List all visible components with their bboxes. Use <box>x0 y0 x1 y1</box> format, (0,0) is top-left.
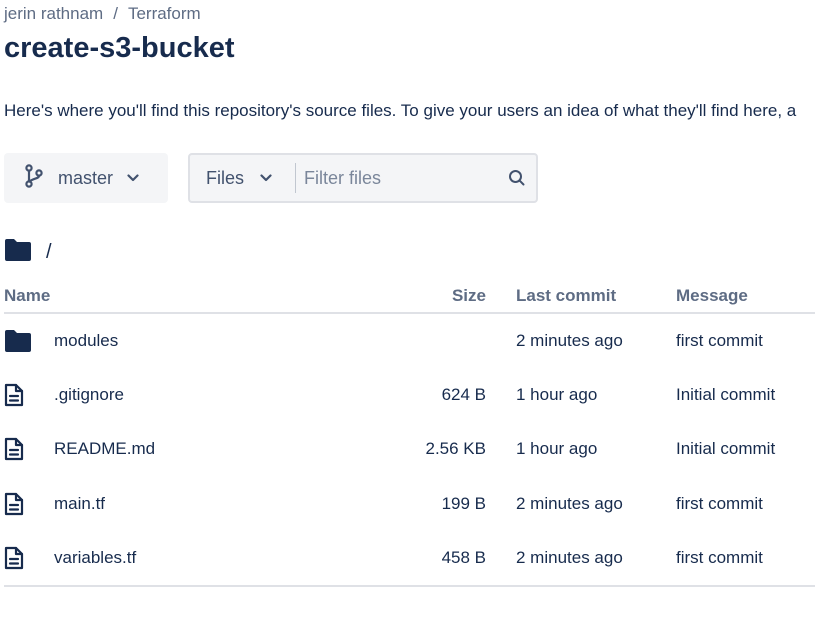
commit-message[interactable]: Initial commit <box>676 422 815 477</box>
files-select-label: Files <box>206 167 245 188</box>
filter-files-input[interactable] <box>304 163 504 193</box>
breadcrumb-owner-link[interactable]: jerin rathnam <box>4 4 103 23</box>
file-icon <box>4 437 54 461</box>
files-type-select[interactable]: Files <box>190 163 296 193</box>
search-icon[interactable] <box>508 169 526 192</box>
header-name[interactable]: Name <box>4 280 416 314</box>
file-size: 624 B <box>441 384 486 404</box>
file-size <box>416 313 516 368</box>
branch-selector-button[interactable]: master <box>4 153 168 203</box>
header-size[interactable]: Size <box>416 280 516 314</box>
page-title: create-s3-bucket <box>4 32 235 64</box>
last-commit: 2 minutes ago <box>516 493 623 513</box>
file-size: 199 B <box>441 493 486 513</box>
file-icon <box>4 383 54 407</box>
file-filter-bar: Files <box>188 153 538 203</box>
last-commit: 2 minutes ago <box>516 330 623 350</box>
file-icon <box>4 546 54 570</box>
current-path: / <box>4 238 52 267</box>
folder-icon <box>4 238 32 267</box>
file-size: 458 B <box>416 531 516 587</box>
file-icon <box>4 492 54 516</box>
commit-message[interactable]: first commit <box>676 313 815 368</box>
last-commit: 1 hour ago <box>516 384 598 404</box>
file-size: 2.56 KB <box>425 439 487 459</box>
file-name-link[interactable]: .gitignore <box>54 385 124 405</box>
file-name-link[interactable]: main.tf <box>54 494 105 514</box>
commit-message[interactable]: first commit <box>676 531 815 587</box>
repo-description: Here's where you'll find this repository… <box>4 101 797 120</box>
branch-name: master <box>58 167 114 188</box>
table-row[interactable]: main.tf 199 B 2 minutes ago first commit <box>4 477 815 532</box>
table-row[interactable]: .gitignore 624 B 1 hour ago Initial comm… <box>4 368 815 423</box>
path-text: / <box>46 241 52 263</box>
commit-message[interactable]: first commit <box>676 477 815 532</box>
breadcrumb-separator: / <box>113 4 118 23</box>
commit-message[interactable]: Initial commit <box>676 368 815 423</box>
header-last-commit[interactable]: Last commit <box>516 280 676 314</box>
breadcrumb: jerin rathnam / Terraform <box>4 4 201 24</box>
table-row[interactable]: variables.tf 458 B 2 minutes ago first c… <box>4 531 815 587</box>
table-row[interactable]: modules 2 minutes ago first commit <box>4 313 815 368</box>
folder-icon <box>4 329 54 353</box>
branch-icon <box>24 163 44 193</box>
last-commit: 2 minutes ago <box>516 531 676 587</box>
header-message[interactable]: Message <box>676 280 815 314</box>
last-commit: 1 hour ago <box>516 439 598 459</box>
table-header-row: Name Size Last commit Message <box>4 280 815 314</box>
chevron-down-icon <box>260 169 272 187</box>
breadcrumb-project-link[interactable]: Terraform <box>128 4 201 23</box>
file-table: Name Size Last commit Message modules 2 … <box>4 280 815 587</box>
file-name-link[interactable]: modules <box>54 331 118 351</box>
file-name-link[interactable]: README.md <box>54 439 155 459</box>
file-name-link[interactable]: variables.tf <box>54 548 136 568</box>
table-row[interactable]: README.md 2.56 KB 1 hour ago Initial com… <box>4 422 815 477</box>
chevron-down-icon <box>127 169 139 187</box>
